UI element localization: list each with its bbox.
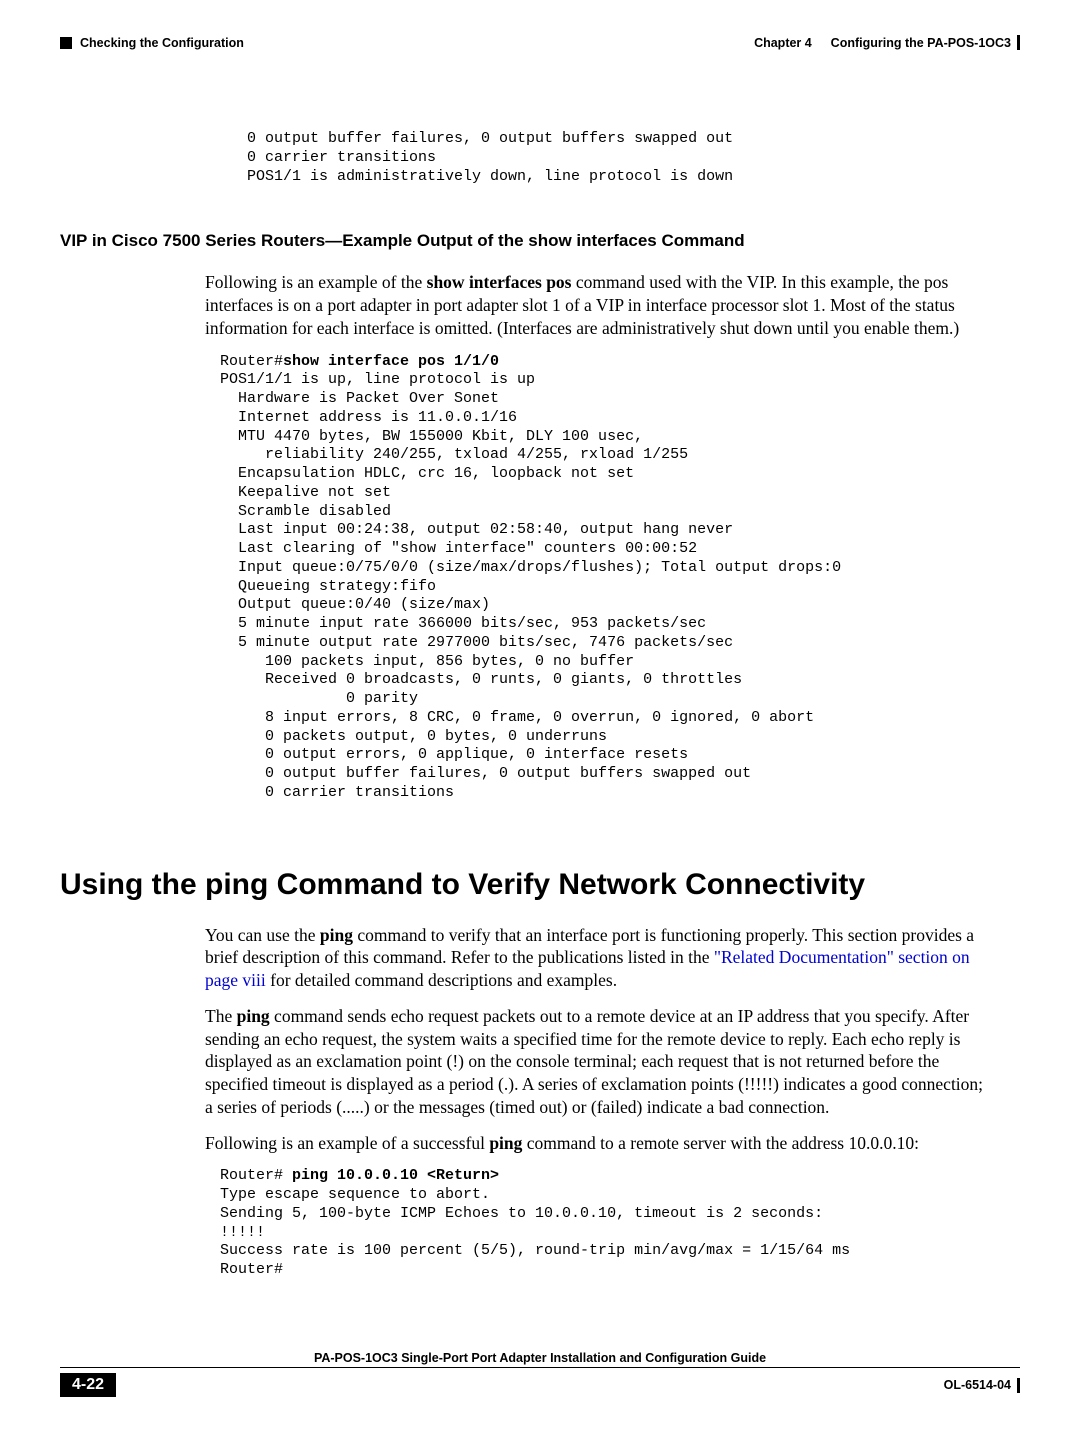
paragraph: You can use the ping command to verify t… <box>205 924 990 992</box>
text: Following is an example of a successful <box>205 1133 489 1153</box>
prompt: Router# <box>220 353 283 370</box>
command-bold: ping 10.0.0.10 <Return> <box>292 1167 499 1184</box>
text: You can use the <box>205 925 320 945</box>
code-output-1: 0 output buffer failures, 0 output buffe… <box>220 130 1020 186</box>
header-marker-icon <box>60 37 72 49</box>
text: Following is an example of the <box>205 272 427 292</box>
header-bar-icon <box>1017 35 1020 50</box>
section-breadcrumb: Checking the Configuration <box>80 36 244 50</box>
bold-command: ping <box>237 1006 270 1026</box>
paragraph: The ping command sends echo request pack… <box>205 1005 990 1119</box>
text: The <box>205 1006 237 1026</box>
doc-ol-number: OL-6514-04 <box>944 1378 1020 1393</box>
bold-command: ping <box>489 1133 522 1153</box>
bold-command: show interfaces pos <box>427 272 572 292</box>
header-left: Checking the Configuration <box>60 35 244 50</box>
footer-bar-icon <box>1017 1378 1020 1393</box>
header-right: Chapter 4 Configuring the PA-POS-1OC3 <box>754 35 1020 50</box>
command-bold: show interface pos 1/1/0 <box>283 353 499 370</box>
document-page: Checking the Configuration Chapter 4 Con… <box>0 0 1080 1432</box>
bold-command: ping <box>320 925 353 945</box>
text: command to a remote server with the addr… <box>522 1133 919 1153</box>
chapter-label: Chapter 4 <box>754 36 812 50</box>
command-output: Type escape sequence to abort. Sending 5… <box>220 1186 850 1278</box>
footer-doc-title: PA-POS-1OC3 Single-Port Port Adapter Ins… <box>60 1351 1020 1368</box>
command-output: POS1/1/1 is up, line protocol is up Hard… <box>220 371 841 801</box>
footer-row: 4-22 OL-6514-04 <box>60 1373 1020 1397</box>
code-block-ping: Router# ping 10.0.0.10 <Return> Type esc… <box>220 1167 1020 1280</box>
page-header: Checking the Configuration Chapter 4 Con… <box>60 35 1020 50</box>
page-footer: PA-POS-1OC3 Single-Port Port Adapter Ins… <box>60 1351 1020 1397</box>
paragraph: Following is an example of a successful … <box>205 1132 990 1155</box>
code-block-vip: Router#show interface pos 1/1/0 POS1/1/1… <box>220 353 1020 803</box>
chapter-title: Configuring the PA-POS-1OC3 <box>831 36 1011 50</box>
prompt: Router# <box>220 1167 292 1184</box>
text: command sends echo request packets out t… <box>205 1006 983 1117</box>
section-heading: VIP in Cisco 7500 Series Routers—Example… <box>60 231 1020 251</box>
text: for detailed command descriptions and ex… <box>266 970 617 990</box>
main-heading: Using the ping Command to Verify Network… <box>60 868 1020 902</box>
page-number: 4-22 <box>60 1373 116 1397</box>
ol-text: OL-6514-04 <box>944 1378 1011 1392</box>
paragraph: Following is an example of the show inte… <box>205 271 990 339</box>
